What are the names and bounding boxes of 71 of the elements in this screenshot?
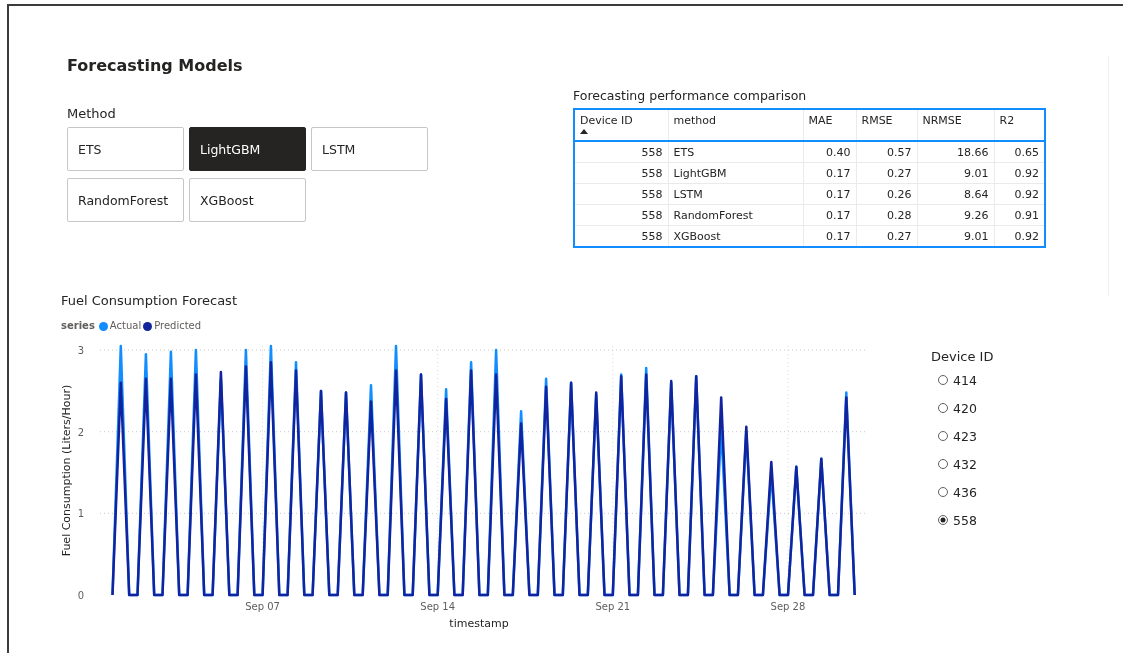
table-cell: 9.01 [917,225,994,247]
column-header[interactable]: Device ID [574,109,668,141]
table-cell: 0.26 [856,183,917,205]
axis-title: timestamp [449,617,509,630]
method-button[interactable]: LightGBM [189,127,306,171]
table-cell: 0.17 [803,225,856,247]
column-header[interactable]: NRMSE [917,109,994,141]
radio-button[interactable] [938,431,948,441]
axis-tick-label: Sep 07 [245,601,280,612]
table-cell: 558 [574,141,668,163]
axis-tick-label: 1 [77,508,84,520]
table-cell: 9.26 [917,204,994,226]
radio-label[interactable]: 436 [953,484,977,500]
legend-label: Predicted [154,319,202,333]
axis-tick-label: 2 [77,426,84,438]
column-header[interactable]: R2 [994,109,1045,141]
axis-tick-label: 0 [77,590,84,601]
table-cell: 0.91 [994,204,1045,226]
radio-button[interactable] [938,403,948,413]
legend-title: series [61,319,95,333]
table-cell: 0.57 [856,141,917,163]
radio-button[interactable] [938,459,948,469]
radio-button[interactable] [938,515,948,525]
chart-title: Fuel Consumption Forecast [61,293,238,309]
table-cell: 0.92 [994,225,1045,247]
table-cell: XGBoost [668,225,803,247]
axis-title: Fuel Consumption (Liters/Hour) [60,384,73,557]
table-cell: 0.92 [994,183,1045,205]
radio-button[interactable] [938,375,948,385]
table-cell: 0.65 [994,141,1045,163]
table-cell: 0.17 [803,204,856,226]
axis-tick-label: Sep 28 [770,601,806,612]
table-cell: 0.17 [803,162,856,184]
table-cell: 0.17 [803,183,856,205]
radio-label[interactable]: 558 [953,512,977,528]
column-header[interactable]: RMSE [856,109,917,141]
table-cell: 8.64 [917,183,994,205]
table-cell: 0.40 [803,141,856,163]
column-header[interactable]: method [668,109,803,141]
method-button[interactable]: LSTM [311,127,428,171]
radio-label[interactable]: 420 [953,400,977,416]
table-cell: 558 [574,162,668,184]
table-cell: 558 [574,204,668,226]
table-cell: 0.92 [994,162,1045,184]
table-cell: 0.27 [856,162,917,184]
table-cell: LightGBM [668,162,803,184]
table-cell: 9.01 [917,162,994,184]
axis-tick-label: 3 [77,345,84,357]
filter-label: Method [67,105,117,123]
method-button[interactable]: XGBoost [189,178,306,222]
method-button[interactable]: RandomForest [67,178,184,222]
table-cell: 0.27 [856,225,917,247]
table-cell: 0.28 [856,204,917,226]
axis-tick-label: Sep 21 [595,601,631,612]
table-cell: LSTM [668,183,803,205]
legend-label: Actual [109,319,142,333]
radio-label[interactable]: 423 [953,428,977,444]
radio-button[interactable] [938,487,948,497]
method-button[interactable]: ETS [67,127,184,171]
axis-tick-label: Sep 14 [420,601,456,612]
table-cell: ETS [668,141,803,163]
filter-label: Device ID [931,348,994,366]
column-header[interactable]: MAE [803,109,856,141]
table-cell: 558 [574,183,668,205]
table-title: Forecasting performance comparison [573,88,808,104]
radio-label[interactable]: 432 [953,456,977,472]
report-title: Forecasting Models [67,56,244,76]
table-cell: RandomForest [668,204,803,226]
table-cell: 558 [574,225,668,247]
table-cell: 18.66 [917,141,994,163]
radio-label[interactable]: 414 [953,372,977,388]
